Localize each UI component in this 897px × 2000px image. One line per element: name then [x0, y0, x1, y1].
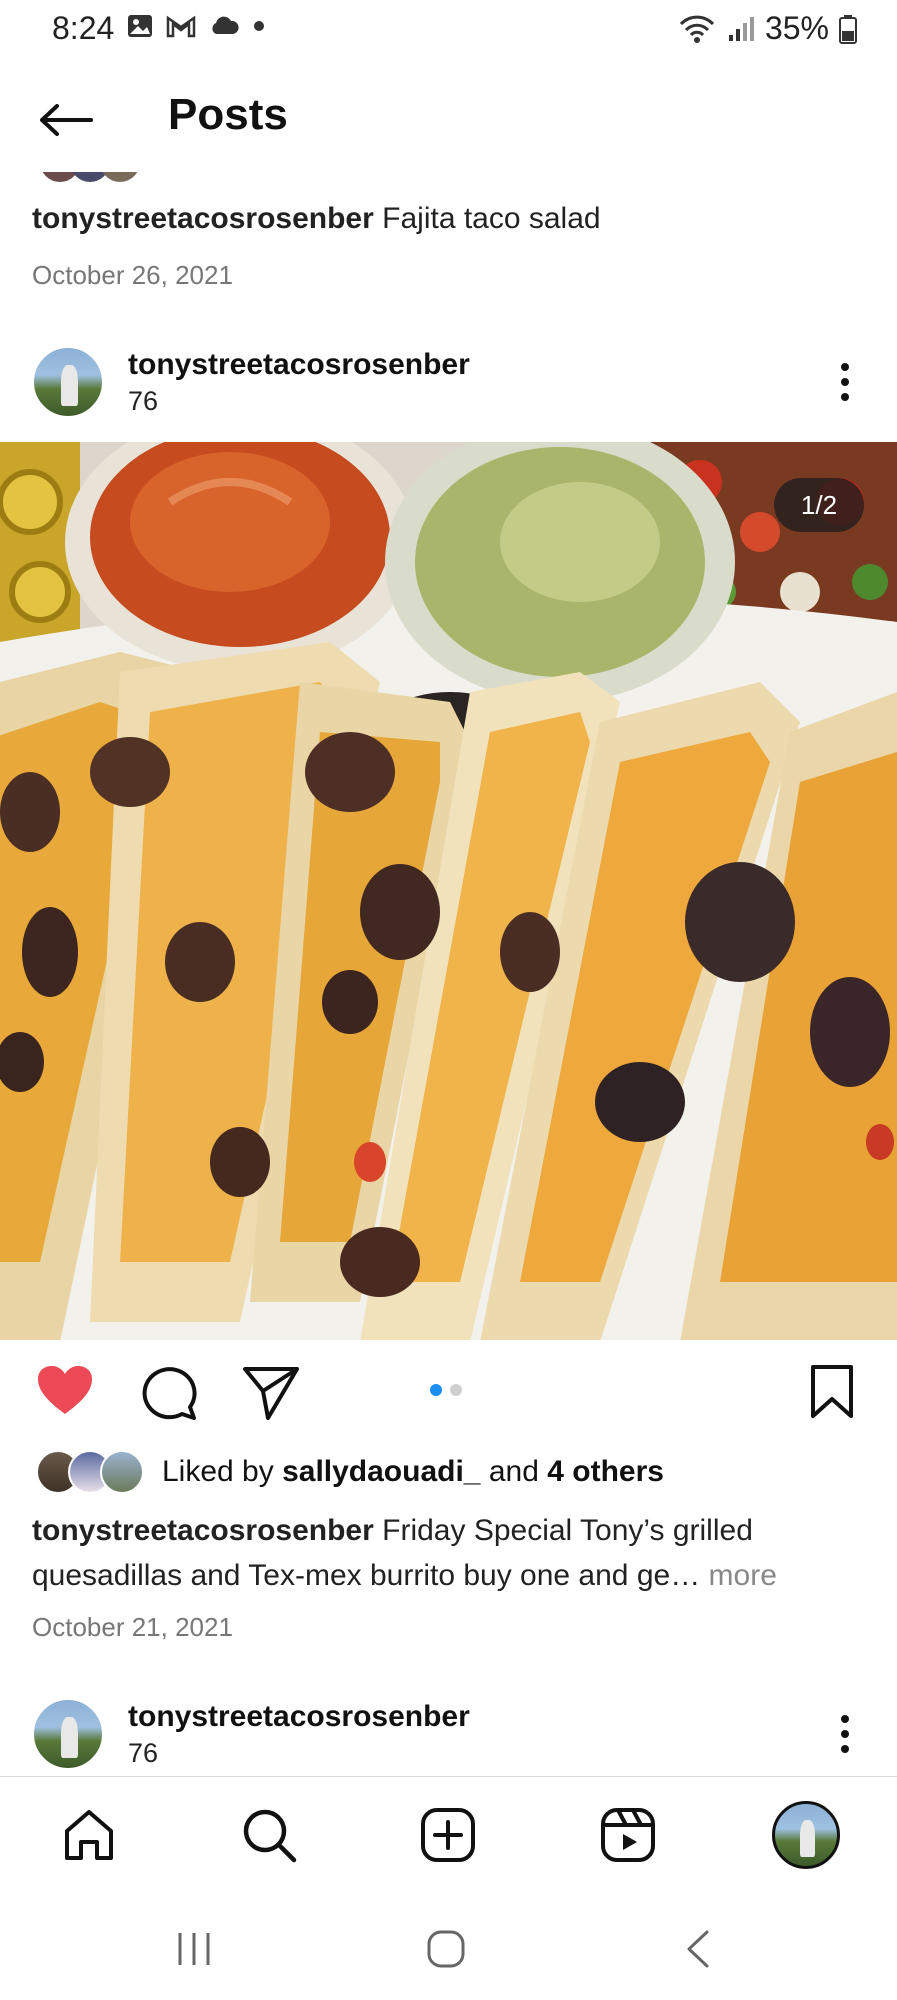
comment-icon: [142, 1367, 197, 1420]
post-subtitle: 76: [128, 386, 159, 416]
back-button[interactable]: [30, 90, 100, 150]
image-icon: [128, 15, 152, 37]
liker-avatar: [100, 1450, 144, 1494]
cloud-icon: [212, 16, 239, 34]
liker-username[interactable]: sallydaouadi_: [282, 1455, 480, 1488]
post-avatar[interactable]: [32, 346, 104, 418]
nav-search[interactable]: [234, 1800, 304, 1870]
likes-others[interactable]: 4 others: [547, 1455, 664, 1488]
bookmark-icon: [811, 1365, 853, 1418]
nav-profile[interactable]: [771, 1800, 841, 1870]
likes-middle: and: [480, 1455, 548, 1488]
system-home-button[interactable]: [416, 1924, 476, 1974]
system-back-button[interactable]: [668, 1924, 728, 1974]
likes-prefix: Liked by: [162, 1455, 283, 1488]
profile-avatar: [772, 1801, 840, 1869]
post-photo[interactable]: [0, 442, 897, 1340]
home-circle-icon: [427, 1930, 465, 1968]
status-right: 35%: [677, 10, 857, 47]
post-caption: tonystreetacosrosenber Friday Special To…: [32, 1508, 862, 1598]
next-post-subtitle: 76: [128, 1738, 159, 1768]
image-counter: 1/2: [774, 478, 864, 532]
signal-icon: [728, 16, 754, 41]
caption-username[interactable]: tonystreetacosrosenber: [32, 1514, 374, 1547]
posts-header: [0, 62, 897, 172]
search-icon: [243, 1809, 297, 1863]
save-button[interactable]: [808, 1364, 856, 1420]
more-vertical-icon: [841, 1715, 849, 1753]
create-icon: [421, 1808, 475, 1862]
carousel-indicator: [430, 1384, 462, 1396]
status-notification-icons: [126, 12, 266, 40]
gmail-icon: [166, 15, 196, 38]
battery-icon: [839, 14, 857, 44]
home-icon: [65, 1810, 113, 1860]
send-icon: [243, 1367, 299, 1420]
caption-more-link[interactable]: more: [709, 1559, 777, 1592]
next-post-more-button[interactable]: [830, 1712, 860, 1756]
next-post-avatar[interactable]: [32, 1698, 104, 1770]
recents-icon: [178, 1933, 210, 1965]
more-vertical-icon: [841, 363, 849, 401]
dot-icon: [254, 21, 264, 31]
previous-post-caption: tonystreetacosrosenber Fajita taco salad: [32, 202, 601, 236]
carousel-dot: [450, 1384, 462, 1396]
status-bar: 8:24 35%: [0, 0, 897, 62]
carousel-dot-active: [430, 1384, 442, 1396]
quesadilla-photo: [0, 442, 897, 1340]
nav-home[interactable]: [54, 1800, 124, 1870]
previous-post-caption-text: Fajita taco salad: [382, 202, 601, 235]
reels-icon: [601, 1808, 655, 1862]
likes-row[interactable]: Liked by sallydaouadi_ and 4 others: [36, 1450, 664, 1494]
share-button[interactable]: [242, 1364, 300, 1420]
like-button[interactable]: [36, 1364, 94, 1420]
heart-filled-icon: [38, 1366, 92, 1414]
battery-percent: 35%: [764, 10, 829, 46]
wifi-icon: [679, 15, 715, 43]
nav-create[interactable]: [413, 1800, 483, 1870]
comment-button[interactable]: [140, 1364, 198, 1420]
post-more-button[interactable]: [830, 360, 860, 404]
previous-post-username[interactable]: tonystreetacosrosenber: [32, 202, 374, 235]
system-recents-button[interactable]: [164, 1924, 224, 1974]
back-chevron-icon: [687, 1930, 709, 1968]
post-date: October 21, 2021: [32, 1612, 233, 1642]
status-time: 8:24: [52, 10, 115, 46]
post-username[interactable]: tonystreetacosrosenber: [128, 348, 470, 382]
previous-avatar-partial: [40, 172, 140, 184]
likes-text: Liked by sallydaouadi_ and 4 others: [162, 1455, 664, 1489]
page-title: Posts: [168, 90, 288, 139]
next-post-username[interactable]: tonystreetacosrosenber: [128, 1700, 470, 1734]
nav-reels[interactable]: [593, 1800, 663, 1870]
arrow-left-icon: [40, 104, 93, 136]
previous-post-date: October 26, 2021: [32, 260, 233, 290]
